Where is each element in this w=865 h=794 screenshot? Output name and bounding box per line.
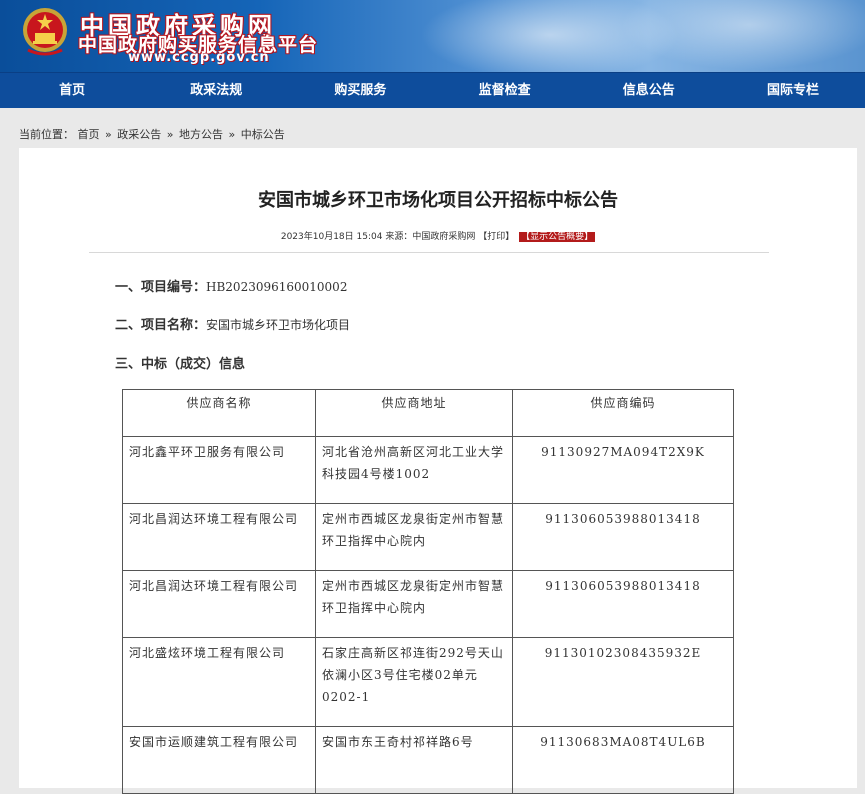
project-name: 二、项目名称：安国市城乡环卫市场化项目	[115, 314, 350, 333]
supplier-table: 供应商名称 供应商地址 供应商编码 河北鑫平环卫服务有限公司 河北省沧州高新区河…	[122, 389, 734, 794]
award-info-heading: 三、中标（成交）信息	[115, 353, 245, 372]
nav-item-international[interactable]: 国际专栏	[721, 73, 865, 108]
breadcrumb-link-local[interactable]: 地方公告	[179, 128, 223, 141]
supplier-address: 定州市西城区龙泉街定州市智慧环卫指挥中心院内	[315, 570, 513, 638]
project-name-value: 安国市城乡环卫市场化项目	[206, 318, 351, 332]
supplier-code: 91130102308435932E	[512, 637, 734, 727]
table-row: 安国市运顺建筑工程有限公司 安国市东王奇村祁祥路6号 91130683MA08T…	[122, 726, 734, 794]
project-number: 一、项目编号：HB2023096160010002	[115, 276, 347, 295]
nav-item-home[interactable]: 首页	[0, 73, 144, 108]
supplier-name: 河北盛炫环境工程有限公司	[122, 637, 316, 727]
breadcrumb-separator: »	[166, 128, 174, 141]
project-number-label: 一、项目编号：	[115, 280, 207, 295]
supplier-name: 河北昌润达环境工程有限公司	[122, 570, 316, 638]
table-row: 河北昌润达环境工程有限公司 定州市西城区龙泉街定州市智慧环卫指挥中心院内 911…	[122, 503, 734, 571]
supplier-name: 河北鑫平环卫服务有限公司	[122, 436, 316, 504]
column-header-supplier-name: 供应商名称	[122, 389, 316, 437]
header-banner: 中国政府采购网 中国政府购买服务信息平台 www.ccgp.gov.cn	[0, 0, 865, 72]
project-name-label: 二、项目名称：	[115, 318, 207, 333]
breadcrumb: 当前位置： 首页 » 政采公告 » 地方公告 » 中标公告	[19, 126, 285, 142]
breadcrumb-prefix: 当前位置：	[19, 128, 74, 141]
breadcrumb-link-award[interactable]: 中标公告	[241, 128, 285, 141]
supplier-address: 定州市西城区龙泉街定州市智慧环卫指挥中心院内	[315, 503, 513, 571]
divider	[89, 252, 769, 253]
project-number-value: HB2023096160010002	[206, 280, 348, 294]
article-card: 安国市城乡环卫市场化项目公开招标中标公告 2023年10月18日 15:04 来…	[19, 148, 857, 794]
supplier-code: 911306053988013418	[512, 570, 734, 638]
supplier-code: 91130927MA094T2X9K	[512, 436, 734, 504]
print-button[interactable]: 【打印】	[478, 232, 514, 242]
column-header-supplier-address: 供应商地址	[315, 389, 513, 437]
breadcrumb-separator: »	[228, 128, 236, 141]
breadcrumb-link-procurement[interactable]: 政采公告	[117, 128, 161, 141]
nav-item-regulations[interactable]: 政采法规	[144, 73, 288, 108]
supplier-address: 安国市东王奇村祁祥路6号	[315, 726, 513, 794]
nav-item-supervision[interactable]: 监督检查	[433, 73, 577, 108]
breadcrumb-link-home[interactable]: 首页	[78, 128, 100, 141]
column-header-supplier-code: 供应商编码	[512, 389, 734, 437]
breadcrumb-separator: »	[105, 128, 112, 141]
source-label: 来源：	[385, 232, 413, 242]
source-name: 中国政府采购网	[412, 232, 476, 242]
table-row: 河北鑫平环卫服务有限公司 河北省沧州高新区河北工业大学科技园4号楼1002 91…	[122, 436, 734, 504]
table-header-row: 供应商名称 供应商地址 供应商编码	[122, 389, 734, 437]
main-nav: 首页 政采法规 购买服务 监督检查 信息公告 国际专栏	[0, 72, 865, 108]
supplier-name: 河北昌润达环境工程有限公司	[122, 503, 316, 571]
award-info-label: 三、中标（成交）信息	[115, 357, 246, 372]
supplier-name: 安国市运顺建筑工程有限公司	[122, 726, 316, 794]
nav-item-announcements[interactable]: 信息公告	[577, 73, 721, 108]
national-emblem-icon	[23, 8, 67, 56]
page-title: 安国市城乡环卫市场化项目公开招标中标公告	[258, 190, 618, 211]
article-meta: 2023年10月18日 15:04 来源：中国政府采购网 【打印】 【显示公告概…	[19, 229, 857, 242]
publish-date: 2023年10月18日 15:04	[280, 232, 383, 242]
supplier-address: 石家庄高新区祁连街292号天山依澜小区3号住宅楼02单元0202-1	[315, 637, 513, 727]
supplier-code: 911306053988013418	[512, 503, 734, 571]
nav-item-purchase-services[interactable]: 购买服务	[288, 73, 432, 108]
supplier-address: 河北省沧州高新区河北工业大学科技园4号楼1002	[315, 436, 513, 504]
supplier-code: 91130683MA08T4UL6B	[512, 726, 734, 794]
table-row: 河北盛炫环境工程有限公司 石家庄高新区祁连街292号天山依澜小区3号住宅楼02单…	[122, 637, 734, 727]
site-url[interactable]: www.ccgp.gov.cn	[128, 50, 270, 65]
show-summary-button[interactable]: 【显示公告概要】	[519, 232, 596, 242]
table-row: 河北昌润达环境工程有限公司 定州市西城区龙泉街定州市智慧环卫指挥中心院内 911…	[122, 570, 734, 638]
